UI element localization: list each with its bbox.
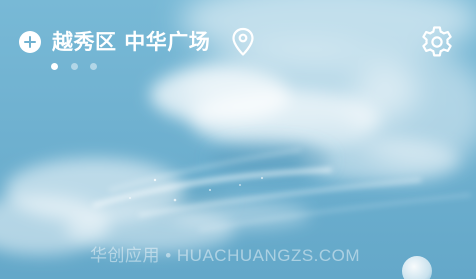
top-bar: 越秀区 中华广场 — [0, 0, 476, 80]
map-pin-icon[interactable] — [230, 27, 256, 57]
add-location-button[interactable] — [19, 31, 41, 53]
weather-screen: 越秀区 中华广场 华创应用 • HUACHUANGZS.COM — [0, 0, 476, 279]
bottom-light-orb — [402, 256, 432, 279]
watermark-text: 华创应用 • HUACHUANGZS.COM — [90, 246, 361, 265]
settings-gear-icon[interactable] — [419, 24, 455, 60]
location-title[interactable]: 越秀区 中华广场 — [52, 27, 210, 57]
page-dot-2[interactable] — [71, 63, 78, 70]
page-dot-1[interactable] — [51, 63, 58, 70]
page-dot-3[interactable] — [90, 63, 97, 70]
